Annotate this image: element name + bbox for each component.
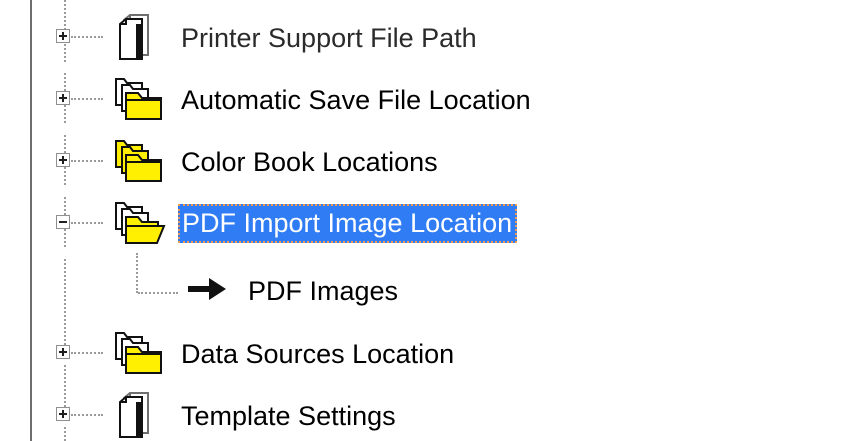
tree-connector-line <box>71 414 103 416</box>
document-icon <box>108 392 166 438</box>
collapse-minus-icon[interactable] <box>56 215 70 229</box>
tree-node-label[interactable]: Template Settings <box>181 399 396 433</box>
folder-stack-icon <box>108 330 166 376</box>
tree-node-label[interactable]: Color Book Locations <box>181 145 438 179</box>
tree-node-color-book-locations[interactable]: Color Book Locations <box>0 130 858 192</box>
document-icon <box>108 14 166 60</box>
expand-plus-icon[interactable] <box>56 91 70 105</box>
tree-connector-line <box>71 222 103 224</box>
tree-connector-line <box>71 352 103 354</box>
tree-node-label-selected[interactable]: PDF Import Image Location <box>178 204 518 243</box>
tree-connector-line <box>138 292 178 294</box>
expand-plus-icon[interactable] <box>56 29 70 43</box>
expand-plus-icon[interactable] <box>56 345 70 359</box>
tree-node-printer-support-file-path[interactable]: Printer Support File Path <box>0 6 858 68</box>
folder-stack-icon <box>108 76 166 122</box>
expand-plus-icon[interactable] <box>56 153 70 167</box>
arrow-right-icon <box>187 276 227 302</box>
tree-child-pdf-images[interactable]: PDF Images <box>248 274 398 308</box>
tree-node-data-sources-location[interactable]: Data Sources Location <box>0 322 858 384</box>
tree-node-pdf-import-image-location[interactable]: PDF Import Image Location <box>0 192 858 254</box>
open-folder-stack-icon <box>108 200 166 246</box>
tree-node-template-settings[interactable]: Template Settings <box>0 384 858 441</box>
folder-stack-icon <box>108 138 166 184</box>
tree-node-automatic-save-file-location[interactable]: Automatic Save File Location <box>0 68 858 130</box>
expand-plus-icon[interactable] <box>56 407 70 421</box>
tree-node-label[interactable]: Data Sources Location <box>181 337 454 371</box>
tree-connector-line <box>71 36 103 38</box>
tree-node-label[interactable]: Printer Support File Path <box>181 21 477 55</box>
tree-connector-line <box>71 98 103 100</box>
settings-tree-view[interactable]: Printer Support File Path Automatic Save… <box>0 0 858 441</box>
tree-connector-line <box>136 253 138 293</box>
tree-connector-line <box>71 160 103 162</box>
tree-node-label[interactable]: Automatic Save File Location <box>181 83 531 117</box>
